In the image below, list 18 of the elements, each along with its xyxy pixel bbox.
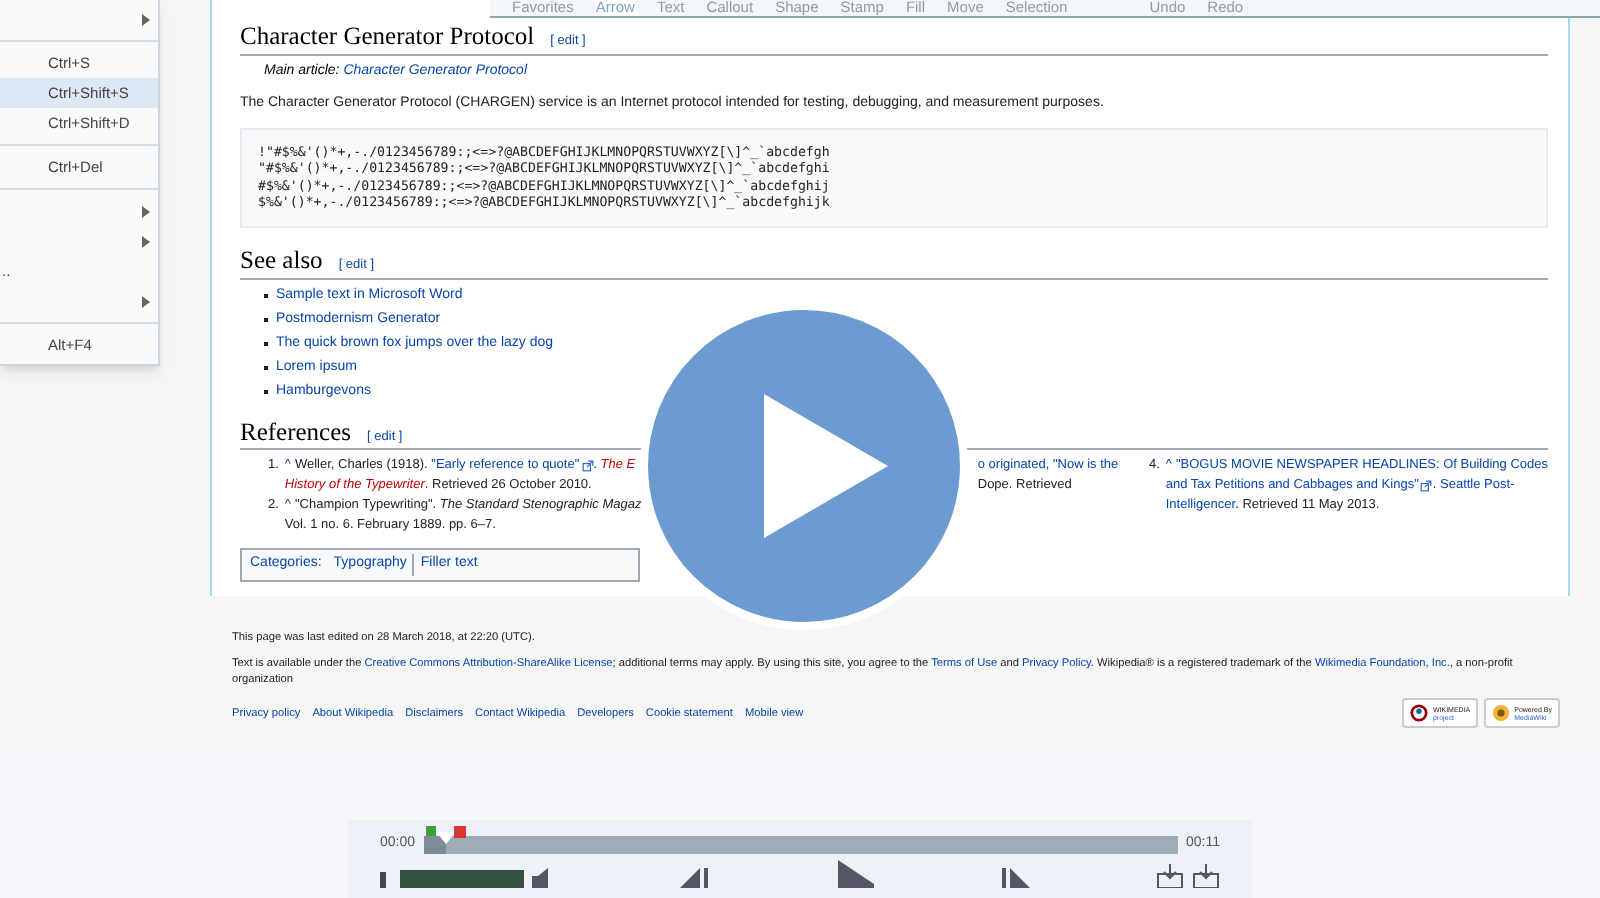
seek-track[interactable] — [423, 826, 1178, 854]
sunflower-icon — [1492, 704, 1511, 723]
play-icon[interactable] — [834, 860, 874, 888]
next-icon[interactable] — [999, 864, 1031, 888]
submenu-arrow-icon — [142, 235, 150, 247]
globe-icon — [1410, 704, 1429, 723]
section-heading: Character Generator Protocol — [240, 22, 535, 50]
section-heading: References — [240, 417, 352, 445]
submenu-arrow-icon — [142, 13, 150, 25]
external-link-icon — [581, 459, 594, 472]
previous-icon[interactable] — [677, 864, 709, 888]
external-link-icon — [1420, 479, 1433, 492]
trim-markers-icon[interactable] — [425, 826, 466, 844]
submenu-arrow-icon — [142, 295, 150, 307]
download-icon[interactable] — [1192, 864, 1220, 888]
download-icon[interactable] — [1156, 864, 1184, 888]
submenu-arrow-icon — [142, 205, 150, 217]
section-heading: See also — [240, 245, 323, 274]
